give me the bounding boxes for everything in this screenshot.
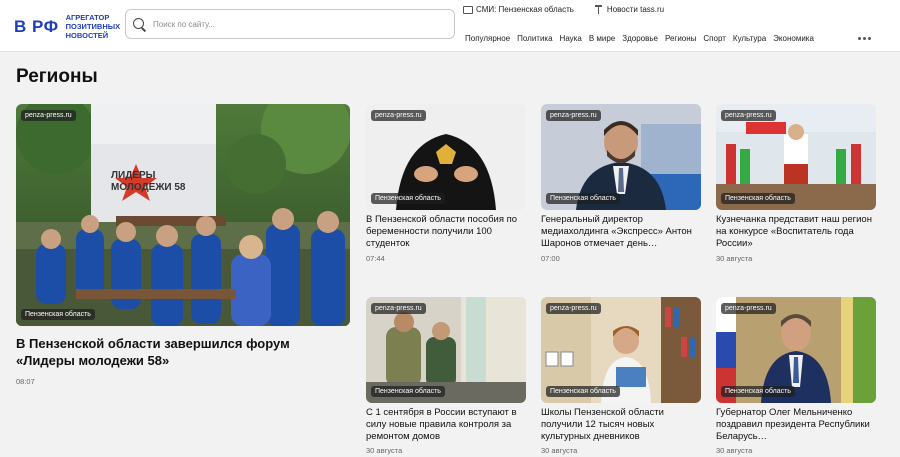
source-badge: penza-press.ru xyxy=(721,110,776,121)
toplink-label: СМИ: Пензенская область xyxy=(476,5,574,14)
toplink-label: Новости tass.ru xyxy=(606,5,665,14)
search-icon[interactable] xyxy=(132,17,147,32)
news-image[interactable]: penza-press.ru Пензенская область xyxy=(366,104,526,210)
nav-item-economy[interactable]: Экономика xyxy=(773,34,814,43)
nav-item-politics[interactable]: Политика xyxy=(517,34,552,43)
news-time: 30 августа xyxy=(366,446,403,455)
news-time: 30 августа xyxy=(716,446,753,455)
region-badge: Пензенская область xyxy=(21,309,95,320)
nav-item-science[interactable]: Наука xyxy=(560,34,582,43)
news-card[interactable]: penza-press.ru Пензенская область Губерн… xyxy=(716,297,876,457)
logo-text: Агрегатор позитивных новостей xyxy=(65,13,121,40)
search-input[interactable] xyxy=(153,19,443,29)
source-badge: penza-press.ru xyxy=(371,303,426,314)
region-badge: Пензенская область xyxy=(546,193,620,204)
nav-item-world[interactable]: В мире xyxy=(589,34,615,43)
search-box[interactable] xyxy=(125,9,455,39)
news-time: 30 августа xyxy=(541,446,578,455)
news-card[interactable]: penza-press.ru Пензенская область С 1 се… xyxy=(366,297,526,457)
news-card[interactable]: penza-press.ru Пензенская область Школы … xyxy=(541,297,701,457)
region-badge: Пензенская область xyxy=(546,386,620,397)
region-badge: Пензенская область xyxy=(721,193,795,204)
news-card[interactable]: penza-press.ru Пензенская область В Пенз… xyxy=(366,104,526,264)
news-image[interactable]: penza-press.ru Пензенская область xyxy=(716,297,876,403)
featured-time: 08:07 xyxy=(16,377,35,386)
more-dots-icon[interactable] xyxy=(858,37,872,41)
news-time: 07:00 xyxy=(541,254,560,263)
news-time: 07:44 xyxy=(366,254,385,263)
toplink-smi-region[interactable]: СМИ: Пензенская область xyxy=(463,5,574,14)
news-title[interactable]: Кузнечанка представит наш регион на конк… xyxy=(716,214,876,250)
top-links: СМИ: Пензенская область Новости tass.ru xyxy=(463,5,684,14)
news-card[interactable]: penza-press.ru Пензенская область Кузнеч… xyxy=(716,104,876,264)
news-image[interactable]: penza-press.ru Пензенская область xyxy=(541,104,701,210)
news-card[interactable]: penza-press.ru Пензенская область Генера… xyxy=(541,104,701,264)
featured-title[interactable]: В Пензенской области завершился форум «Л… xyxy=(16,335,336,369)
news-title[interactable]: Губернатор Олег Мельниченко поздравил пр… xyxy=(716,407,876,443)
news-image[interactable]: penza-press.ru Пензенская область xyxy=(366,297,526,403)
nav-item-culture[interactable]: Культура xyxy=(733,34,766,43)
toplink-tass-news[interactable]: Новости tass.ru xyxy=(594,5,664,14)
news-title[interactable]: Генеральный директор медиахолдинга «Эксп… xyxy=(541,214,701,250)
featured-image[interactable]: penza-press.ru ЛИДЕРЫ МОЛОДЕЖИ 58 Пензен… xyxy=(16,104,350,326)
source-badge: penza-press.ru xyxy=(546,110,601,121)
forum-photo xyxy=(16,104,350,326)
nav-item-regions[interactable]: Регионы xyxy=(665,34,696,43)
nav-item-sport[interactable]: Спорт xyxy=(703,34,726,43)
source-badge: penza-press.ru xyxy=(371,110,426,121)
news-image[interactable]: penza-press.ru Пензенская область xyxy=(716,104,876,210)
source-badge: penza-press.ru xyxy=(21,110,76,121)
source-badge: penza-press.ru xyxy=(546,303,601,314)
logo-mark: В РФ xyxy=(14,16,59,36)
news-time: 30 августа xyxy=(716,254,753,263)
nav-item-popular[interactable]: Популярное xyxy=(465,34,510,43)
page-title: Регионы xyxy=(16,66,98,87)
nav-item-health[interactable]: Здоровье xyxy=(622,34,658,43)
region-badge: Пензенская область xyxy=(371,193,445,204)
news-title[interactable]: Школы Пензенской области получили 12 тыс… xyxy=(541,407,701,443)
featured-news-card[interactable]: penza-press.ru ЛИДЕРЫ МОЛОДЕЖИ 58 Пензен… xyxy=(16,104,350,394)
news-title[interactable]: С 1 сентября в России вступают в силу но… xyxy=(366,407,526,443)
pin-icon xyxy=(594,5,603,14)
site-header: В РФ Агрегатор позитивных новостей СМИ: … xyxy=(0,0,900,52)
news-image[interactable]: penza-press.ru Пензенская область xyxy=(541,297,701,403)
news-title[interactable]: В Пензенской области пособия по беременн… xyxy=(366,214,526,250)
source-badge: penza-press.ru xyxy=(721,303,776,314)
region-badge: Пензенская область xyxy=(371,386,445,397)
category-nav: Популярное Политика Наука В мире Здоровь… xyxy=(465,34,821,43)
image-banner-text: ЛИДЕРЫ МОЛОДЕЖИ 58 xyxy=(111,170,186,193)
site-logo[interactable]: В РФ Агрегатор позитивных новостей xyxy=(14,13,126,40)
map-icon xyxy=(463,5,473,14)
region-badge: Пензенская область xyxy=(721,386,795,397)
